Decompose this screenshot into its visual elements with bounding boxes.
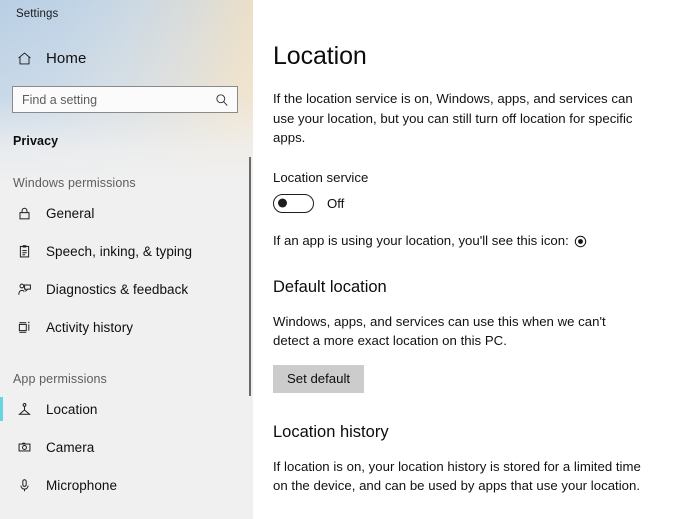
search-box[interactable] bbox=[12, 86, 238, 113]
sidebar-item-camera[interactable]: Camera bbox=[0, 428, 253, 466]
location-history-heading: Location history bbox=[273, 422, 389, 441]
sidebar-item-label: Microphone bbox=[46, 477, 118, 493]
sidebar-group-label-app-permissions: App permissions bbox=[13, 372, 107, 386]
activity-history-icon bbox=[13, 320, 35, 335]
search-input[interactable] bbox=[13, 87, 209, 112]
main-content: Location If the location service is on, … bbox=[253, 0, 678, 519]
sidebar-item-home[interactable]: Home bbox=[0, 43, 253, 73]
sidebar-item-diagnostics-feedback[interactable]: Diagnostics & feedback bbox=[0, 270, 253, 308]
clipboard-icon bbox=[13, 244, 35, 259]
page-title: Location bbox=[273, 42, 367, 70]
sidebar: Settings Home Privacy Windows permiss bbox=[0, 0, 253, 519]
home-icon bbox=[13, 50, 35, 67]
home-label: Home bbox=[46, 49, 87, 67]
sidebar-item-general[interactable]: General bbox=[0, 194, 253, 232]
camera-icon bbox=[13, 440, 35, 455]
sidebar-item-label: Diagnostics & feedback bbox=[46, 281, 189, 297]
location-active-indicator-icon bbox=[574, 235, 587, 248]
location-service-toggle-state: Off bbox=[327, 195, 345, 211]
sidebar-item-microphone[interactable]: Microphone bbox=[0, 466, 253, 504]
sidebar-item-label: Activity history bbox=[46, 319, 134, 335]
sidebar-item-activity-history[interactable]: Activity history bbox=[0, 308, 253, 346]
sidebar-item-label: Speech, inking, & typing bbox=[46, 243, 193, 259]
sidebar-scrollbar[interactable] bbox=[249, 157, 251, 396]
intro-text: If the location service is on, Windows, … bbox=[273, 91, 633, 145]
sidebar-item-location[interactable]: Location bbox=[0, 390, 253, 428]
window-title: Settings bbox=[16, 8, 59, 20]
feedback-icon bbox=[13, 282, 35, 297]
location-indicator-note: If an app is using your location, you'll… bbox=[273, 213, 678, 248]
location-service-toggle-row: Off bbox=[273, 185, 678, 213]
default-location-heading: Default location bbox=[273, 277, 387, 296]
location-history-text: If location is on, your location history… bbox=[273, 458, 641, 494]
location-service-toggle[interactable] bbox=[273, 193, 314, 213]
clear-history-label: Clear history on this device bbox=[273, 496, 678, 519]
settings-window: Settings Home Privacy Windows permiss bbox=[0, 0, 678, 519]
sidebar-item-speech-inking-typing[interactable]: Speech, inking, & typing bbox=[0, 232, 253, 270]
set-default-button[interactable]: Set default bbox=[273, 364, 365, 393]
lock-icon bbox=[13, 206, 35, 221]
sidebar-item-label: General bbox=[46, 205, 95, 221]
search-icon[interactable] bbox=[209, 93, 237, 107]
location-icon bbox=[13, 402, 35, 417]
toggle-knob bbox=[278, 198, 287, 208]
title-bar: Settings bbox=[0, 0, 253, 32]
default-location-text: Windows, apps, and services can use this… bbox=[273, 313, 606, 349]
sidebar-category-title: Privacy bbox=[13, 134, 59, 148]
sidebar-item-label: Camera bbox=[46, 439, 95, 455]
sidebar-item-label: Location bbox=[46, 401, 98, 417]
sidebar-group-label-windows-permissions: Windows permissions bbox=[13, 176, 136, 190]
microphone-icon bbox=[13, 478, 35, 493]
location-indicator-note-text: If an app is using your location, you'll… bbox=[273, 232, 569, 248]
location-service-label: Location service bbox=[273, 169, 369, 185]
